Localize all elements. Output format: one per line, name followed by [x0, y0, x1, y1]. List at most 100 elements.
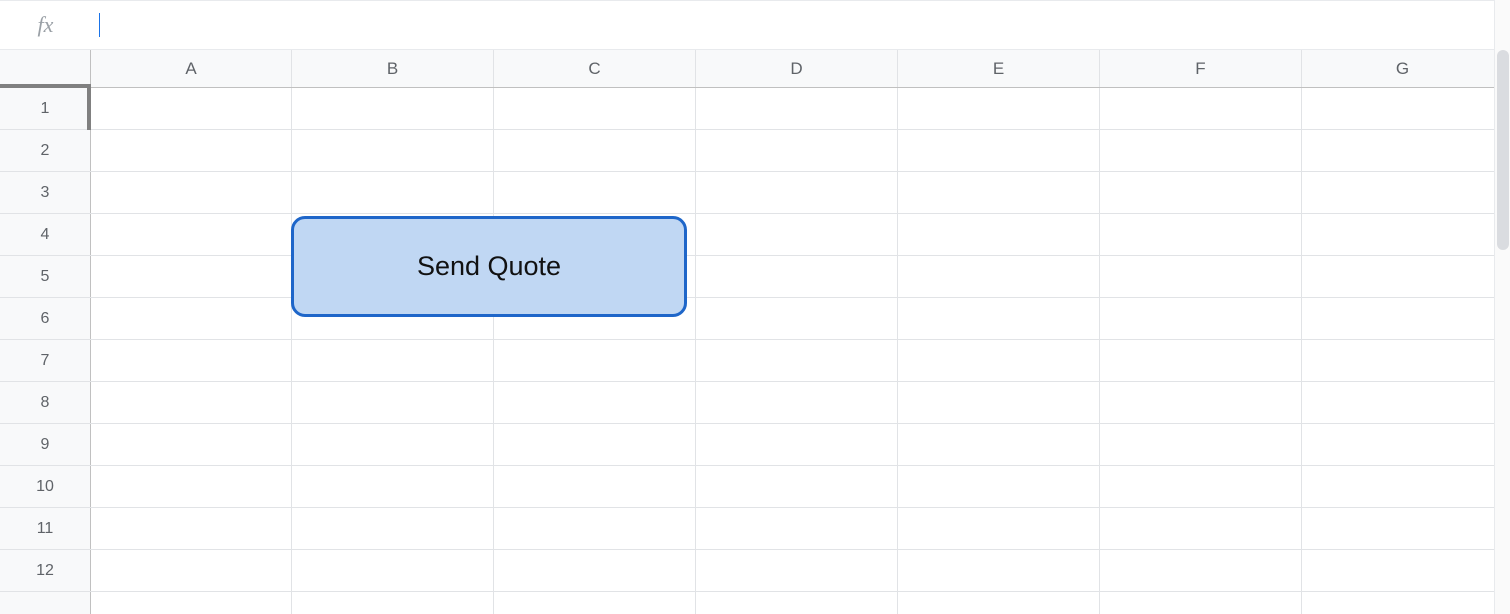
cell[interactable] [91, 382, 292, 423]
cell[interactable] [292, 550, 494, 591]
cell[interactable] [898, 592, 1100, 614]
cell[interactable] [494, 172, 696, 213]
row-header-9[interactable]: 9 [0, 424, 91, 465]
cell[interactable] [898, 550, 1100, 591]
cell[interactable] [292, 592, 494, 614]
cell[interactable] [696, 550, 898, 591]
cell[interactable] [898, 424, 1100, 465]
cell[interactable] [1100, 172, 1302, 213]
send-quote-button[interactable]: Send Quote [291, 216, 687, 317]
cell[interactable] [91, 130, 292, 171]
row-header-6[interactable]: 6 [0, 298, 91, 339]
cell[interactable] [1302, 382, 1504, 423]
formula-input[interactable] [100, 1, 1510, 49]
cell[interactable] [696, 466, 898, 507]
cell[interactable] [1302, 550, 1504, 591]
cell[interactable] [292, 382, 494, 423]
row-header-4[interactable]: 4 [0, 214, 91, 255]
column-header-a[interactable]: A [91, 50, 292, 87]
cell[interactable] [1100, 214, 1302, 255]
cell[interactable] [696, 508, 898, 549]
column-header-g[interactable]: G [1302, 50, 1504, 87]
cell[interactable] [91, 550, 292, 591]
cell[interactable] [1100, 382, 1302, 423]
column-header-f[interactable]: F [1100, 50, 1302, 87]
column-header-e[interactable]: E [898, 50, 1100, 87]
cell[interactable] [292, 340, 494, 381]
row-header-2[interactable]: 2 [0, 130, 91, 171]
cell[interactable] [1100, 130, 1302, 171]
cell[interactable] [1100, 592, 1302, 614]
cell[interactable] [1302, 298, 1504, 339]
cell[interactable] [91, 172, 292, 213]
cell[interactable] [696, 382, 898, 423]
column-header-c[interactable]: C [494, 50, 696, 87]
row-header-8[interactable]: 8 [0, 382, 91, 423]
column-header-d[interactable]: D [696, 50, 898, 87]
cell[interactable] [898, 382, 1100, 423]
cell[interactable] [1302, 424, 1504, 465]
cell[interactable] [292, 466, 494, 507]
column-header-b[interactable]: B [292, 50, 494, 87]
vertical-scrollbar[interactable]: ▲ [1494, 0, 1510, 614]
cell[interactable] [292, 424, 494, 465]
cell[interactable] [292, 130, 494, 171]
cell[interactable] [1302, 466, 1504, 507]
cell[interactable] [494, 88, 696, 129]
cell[interactable] [1302, 340, 1504, 381]
row-header-3[interactable]: 3 [0, 172, 91, 213]
row-header-1[interactable]: 1 [0, 88, 91, 129]
cell[interactable] [1100, 466, 1302, 507]
cell[interactable] [91, 214, 292, 255]
cell[interactable] [898, 88, 1100, 129]
cell[interactable] [898, 466, 1100, 507]
cell[interactable] [494, 466, 696, 507]
cell[interactable] [1100, 256, 1302, 297]
cell[interactable] [898, 256, 1100, 297]
scrollbar-thumb[interactable] [1497, 50, 1509, 250]
cell[interactable] [1302, 130, 1504, 171]
cell[interactable] [1100, 508, 1302, 549]
cell[interactable] [494, 424, 696, 465]
cell[interactable] [1302, 214, 1504, 255]
cell[interactable] [1100, 340, 1302, 381]
cell[interactable] [696, 424, 898, 465]
row-header-10[interactable]: 10 [0, 466, 91, 507]
cell[interactable] [1100, 550, 1302, 591]
cell[interactable] [494, 592, 696, 614]
cell[interactable] [91, 88, 292, 129]
cell[interactable] [696, 298, 898, 339]
cell[interactable] [494, 130, 696, 171]
cell[interactable] [898, 508, 1100, 549]
cell[interactable] [1302, 508, 1504, 549]
cell[interactable] [494, 340, 696, 381]
cell[interactable] [91, 508, 292, 549]
cell[interactable] [1302, 256, 1504, 297]
cell[interactable] [898, 214, 1100, 255]
cell[interactable] [1100, 88, 1302, 129]
cell[interactable] [696, 214, 898, 255]
cell[interactable] [1302, 88, 1504, 129]
cell[interactable] [292, 508, 494, 549]
cell[interactable] [91, 592, 292, 614]
cell[interactable] [898, 130, 1100, 171]
cell[interactable] [696, 256, 898, 297]
cell[interactable] [1100, 298, 1302, 339]
cell[interactable] [696, 88, 898, 129]
row-header-7[interactable]: 7 [0, 340, 91, 381]
cell[interactable] [696, 340, 898, 381]
cell[interactable] [91, 298, 292, 339]
cell[interactable] [898, 340, 1100, 381]
cell[interactable] [494, 550, 696, 591]
cell[interactable] [494, 508, 696, 549]
cell[interactable] [91, 466, 292, 507]
cell[interactable] [91, 424, 292, 465]
cell[interactable] [696, 130, 898, 171]
cell[interactable] [91, 340, 292, 381]
cell[interactable] [696, 172, 898, 213]
cell[interactable] [292, 88, 494, 129]
cell[interactable] [1302, 172, 1504, 213]
cell[interactable] [494, 382, 696, 423]
cell[interactable] [91, 256, 292, 297]
cell[interactable] [696, 592, 898, 614]
